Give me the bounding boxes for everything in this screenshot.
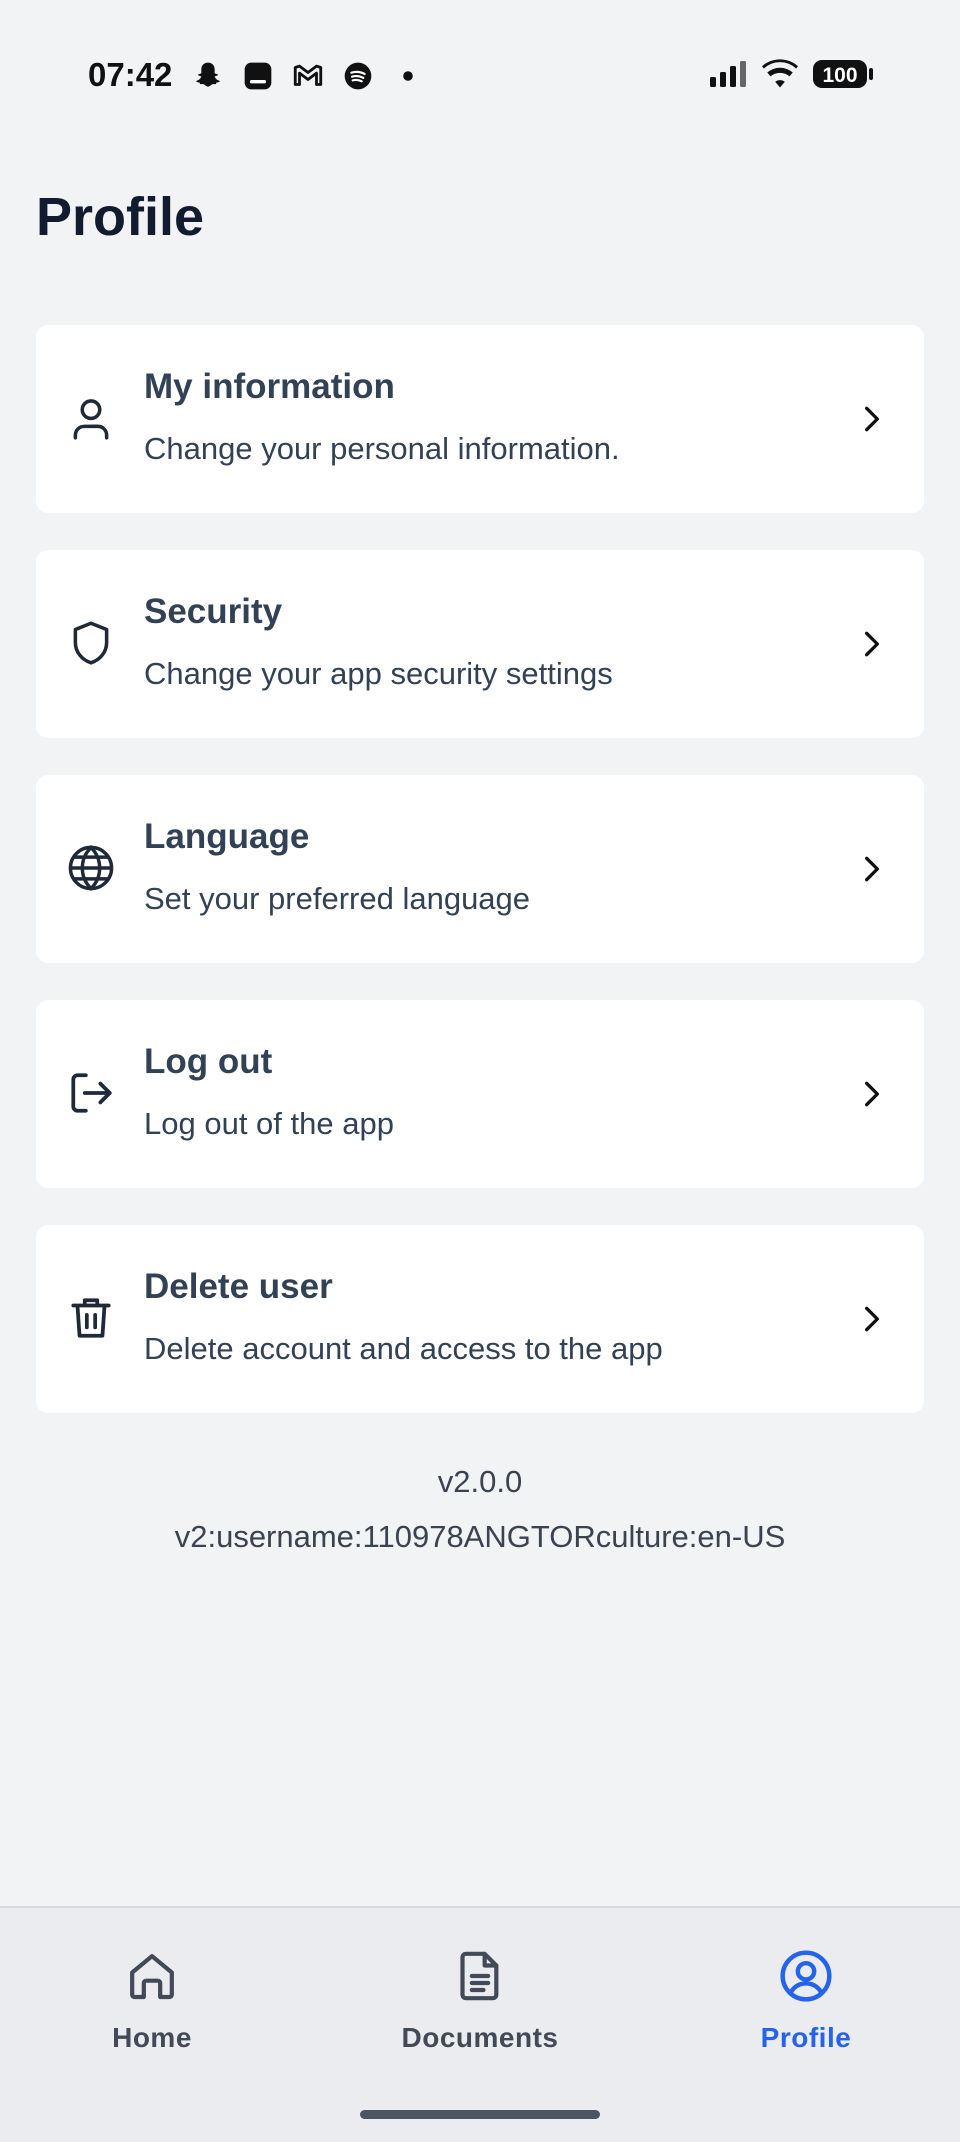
person-icon bbox=[62, 389, 120, 447]
menu-item-title: Language bbox=[144, 817, 310, 856]
version-info: v2.0.0 v2:username:110978ANGTORculture:e… bbox=[0, 1454, 960, 1564]
snapchat-icon bbox=[190, 58, 226, 94]
logout-icon bbox=[62, 1064, 120, 1122]
chevron-right-icon bbox=[865, 406, 879, 432]
menu-item-delete-user[interactable]: Delete user Delete account and access to… bbox=[36, 1225, 924, 1413]
battery-icon: 100 bbox=[812, 58, 874, 95]
app-icon bbox=[240, 58, 276, 94]
gmail-icon bbox=[290, 58, 326, 94]
notification-icons bbox=[190, 58, 426, 94]
menu-item-subtitle: Change your personal information. bbox=[144, 431, 620, 466]
nav-tab-profile[interactable]: Profile bbox=[686, 1948, 926, 2054]
battery-level: 100 bbox=[822, 64, 857, 87]
nav-tab-documents[interactable]: Documents bbox=[360, 1948, 600, 2054]
shield-icon bbox=[62, 614, 120, 672]
spotify-icon bbox=[340, 58, 376, 94]
system-icons: 100 bbox=[708, 58, 874, 95]
status-bar: 07:42 100 bbox=[0, 0, 960, 155]
chevron-right-icon bbox=[865, 856, 879, 882]
chevron-right-icon bbox=[865, 1306, 879, 1332]
chevron-right-icon bbox=[865, 631, 879, 657]
trash-icon bbox=[62, 1289, 120, 1347]
menu-item-title: Log out bbox=[144, 1042, 273, 1081]
nav-tab-home[interactable]: Home bbox=[32, 1948, 272, 2054]
globe-icon bbox=[62, 839, 120, 897]
menu-item-title: My information bbox=[144, 367, 395, 406]
status-time: 07:42 bbox=[88, 56, 173, 93]
menu-item-subtitle: Log out of the app bbox=[144, 1106, 394, 1141]
menu-item-title: Security bbox=[144, 592, 283, 631]
menu-item-subtitle: Change your app security settings bbox=[144, 656, 613, 691]
wifi-icon bbox=[762, 59, 798, 94]
menu-item-subtitle: Set your preferred language bbox=[144, 881, 531, 916]
bottom-navigation: Home Documents Profile bbox=[0, 1906, 960, 2142]
menu-item-my-information[interactable]: My information Change your personal info… bbox=[36, 325, 924, 513]
dot-icon bbox=[390, 58, 426, 94]
menu-item-log-out[interactable]: Log out Log out of the app bbox=[36, 1000, 924, 1188]
home-indicator[interactable] bbox=[360, 2110, 600, 2119]
page-title: Profile bbox=[36, 187, 205, 247]
app-version: v2.0.0 bbox=[437, 1464, 523, 1499]
menu-item-subtitle: Delete account and access to the app bbox=[144, 1331, 663, 1366]
nav-label: Documents bbox=[401, 2022, 559, 2053]
document-icon bbox=[460, 1951, 499, 2001]
build-info: v2:username:110978ANGTORculture:en-US bbox=[174, 1519, 786, 1554]
chevron-right-icon bbox=[865, 1081, 879, 1107]
profile-menu: My information Change your personal info… bbox=[36, 325, 924, 1450]
signal-icon bbox=[708, 59, 748, 94]
menu-item-title: Delete user bbox=[144, 1267, 333, 1306]
menu-item-language[interactable]: Language Set your preferred language bbox=[36, 775, 924, 963]
profile-circle-icon bbox=[780, 1950, 832, 2002]
home-icon bbox=[130, 1954, 174, 2000]
nav-label: Profile bbox=[760, 2022, 852, 2053]
menu-item-security[interactable]: Security Change your app security settin… bbox=[36, 550, 924, 738]
nav-label: Home bbox=[112, 2022, 192, 2053]
